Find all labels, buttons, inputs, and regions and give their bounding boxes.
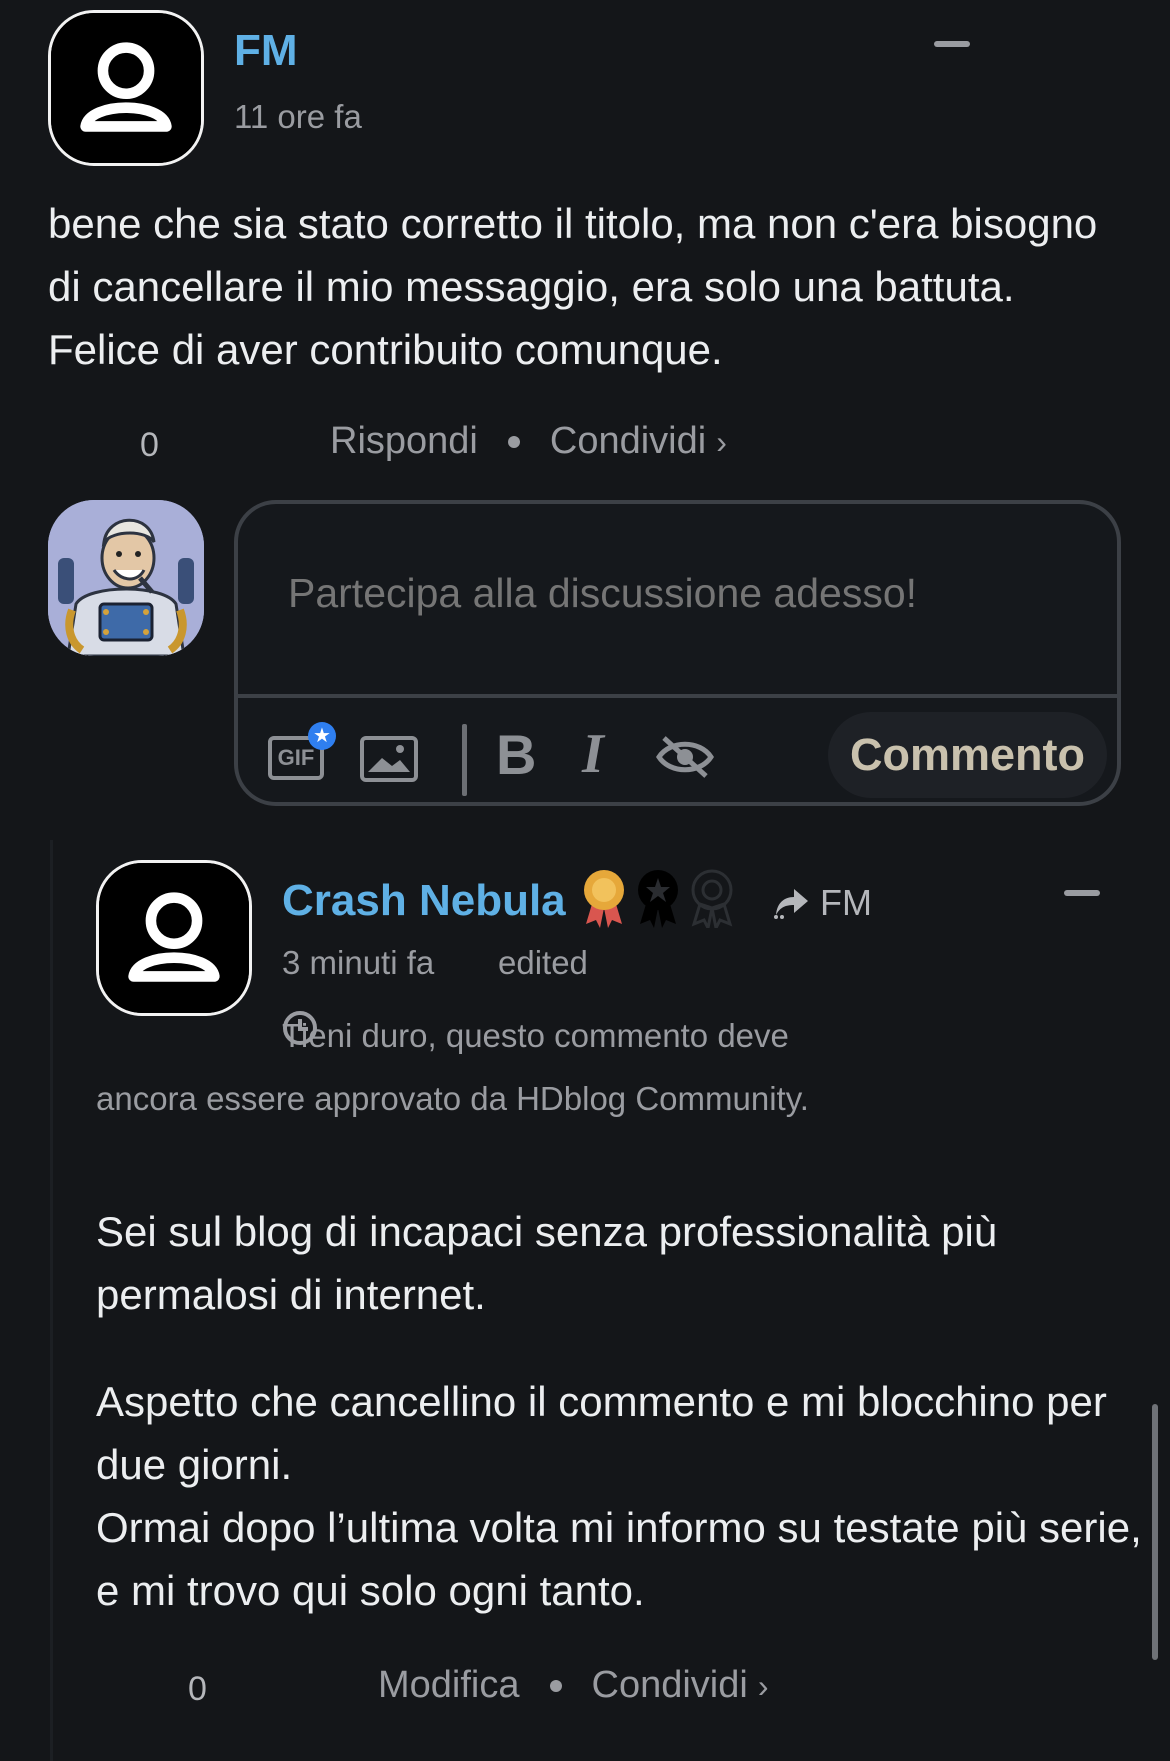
share-label: Condividi [549,420,707,462]
premium-star-icon: ★ [308,722,336,750]
current-user-avatar[interactable] [48,500,204,656]
spoiler-eye-icon[interactable] [656,734,714,780]
comment-paragraph: Aspetto che cancellino il commento e mi … [96,1378,1142,1614]
comment-timestamp[interactable]: 3 minuti fa [282,944,434,982]
share-label: Condividi [591,1664,748,1706]
share-button[interactable]: Condividi › [550,420,727,463]
reply-arrow-icon [774,889,808,919]
user-badges [580,868,736,928]
user-avatar-icon[interactable] [96,860,252,1016]
comment-actions: Rispondi Condividi › [330,420,727,463]
pending-approval-notice: Tieni duro, questo commento deve ancora … [96,1017,809,1117]
comment-body: Sei sul blog di incapaci senza professio… [96,1200,1146,1666]
comment-author[interactable]: FM [234,26,298,76]
comment-author[interactable]: Crash Nebula [282,876,566,926]
formatting-toolbar: GIF ★ B I Commento [238,698,1117,806]
image-icon[interactable] [360,736,418,782]
comment-timestamp[interactable]: 11 ore fa [234,98,362,136]
vote-count: 0 [188,1670,207,1708]
edit-button[interactable]: Modifica [378,1664,520,1707]
edited-label: edited [498,944,588,981]
reply-to-indicator[interactable]: FM [772,882,872,924]
reply-to-author[interactable]: FM [820,882,872,924]
toolbar-divider [462,724,467,796]
separator-dot [549,1679,562,1692]
gold-badge-icon[interactable] [580,868,628,928]
separator-dot [507,435,520,448]
comment-actions: Modifica Condividi › [378,1664,768,1707]
reply-button[interactable]: Rispondi [330,420,478,463]
comments-page: FM 11 ore fa bene che sia stato corretto… [0,0,1170,1761]
outline-badge-icon[interactable] [688,868,736,928]
comment-composer: GIF ★ B I Commento [234,500,1121,806]
comment-input[interactable] [288,570,1068,617]
collapse-icon[interactable] [934,41,970,47]
submit-comment-button[interactable]: Commento [828,712,1107,798]
comment-paragraph: Sei sul blog di incapaci senza professio… [96,1208,998,1318]
vote-count: 0 [140,426,159,464]
bold-icon[interactable]: B [496,722,536,787]
scrollbar[interactable] [1152,1404,1158,1660]
italic-icon[interactable]: I [582,722,604,786]
thread-line [50,840,53,1761]
chevron-right-icon: › [716,424,727,460]
share-button[interactable]: Condividi › [592,1664,769,1707]
user-avatar-icon[interactable] [48,10,204,166]
comment-body: bene che sia stato corretto il titolo, m… [48,200,1098,373]
dark-badge-icon[interactable] [634,868,682,928]
collapse-icon[interactable] [1064,890,1100,896]
chevron-right-icon: › [757,1668,769,1704]
